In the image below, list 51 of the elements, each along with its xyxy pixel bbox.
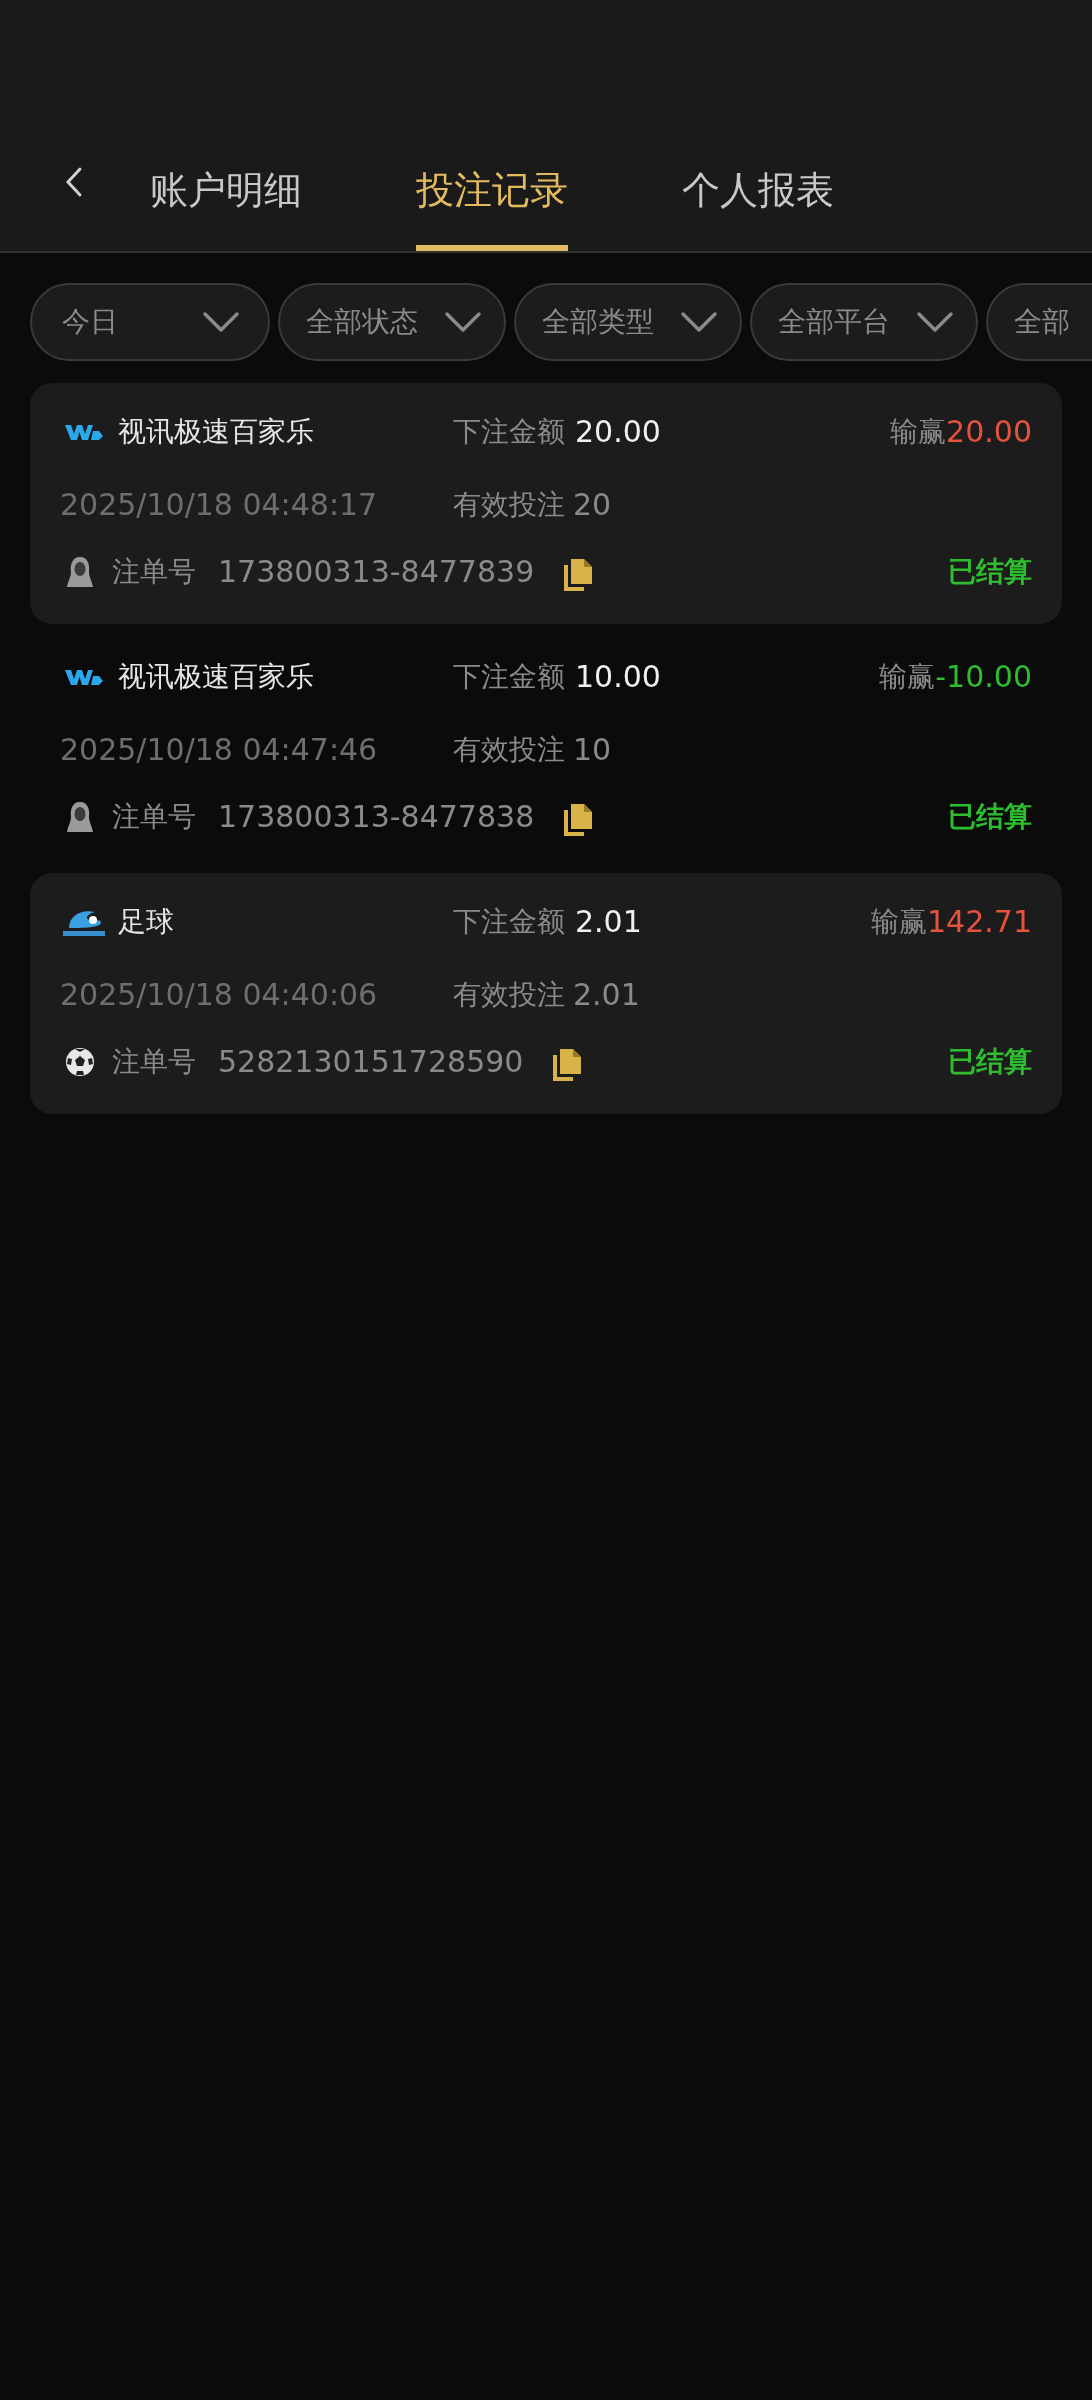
chevron-down-icon [202,311,240,333]
order-number-label: 注单号 [112,798,196,835]
filter-dropdown[interactable]: 全部 [986,283,1092,361]
valid-bet-amount: 2.01 [573,976,640,1014]
win-loss-label: 输赢 [890,413,947,450]
settlement-status: 已结算 [948,1043,1032,1080]
bet-amount: 20.00 [575,413,661,451]
bet-time: 2025/10/18 04:40:06 [60,976,379,1014]
tab[interactable]: 个人报表 [682,138,834,251]
valid-bet-label: 有效投注 [453,731,565,768]
order-number: 5282130151728590 [218,1043,524,1081]
filter-dropdown[interactable]: 全部平台 [750,283,978,361]
order-number-label: 注单号 [112,553,196,590]
bet-amount: 10.00 [575,658,661,696]
filter-dropdown[interactable]: 全部状态 [278,283,506,361]
copy-icon[interactable] [551,1046,584,1083]
valid-bet-amount: 10 [573,731,612,769]
tab[interactable]: 投注记录 [416,138,568,251]
filter-dropdown[interactable]: 全部类型 [514,283,742,361]
chevron-down-icon [680,311,718,333]
valid-bet-amount: 20 [573,486,612,524]
bet-amount-label: 下注金额 [453,903,565,940]
order-number: 173800313-8477838 [218,798,535,836]
valid-bet-label: 有效投注 [453,976,565,1013]
order-number-label: 注单号 [112,1043,196,1080]
soccer-ball-icon [64,1045,96,1078]
filter-dropdown[interactable]: 今日 [30,283,270,361]
settlement-status: 已结算 [948,553,1032,590]
chevron-down-icon [916,311,954,333]
win-loss-label: 输赢 [879,658,936,695]
win-loss-amount: 20.00 [946,413,1032,451]
order-number: 173800313-8477839 [218,553,535,591]
chevron-down-icon [444,311,482,333]
bet-amount: 2.01 [575,903,642,941]
settlement-status: 已结算 [948,798,1032,835]
dealer-avatar-icon [64,799,96,834]
copy-icon[interactable] [562,556,595,593]
bet-time: 2025/10/18 04:48:17 [60,486,379,524]
valid-bet-label: 有效投注 [453,486,565,523]
tab[interactable]: 账户明细 [150,138,302,251]
bet-time: 2025/10/18 04:47:46 [60,731,379,769]
game-name: 足球 [118,903,174,940]
dealer-avatar-icon [64,554,96,589]
copy-icon[interactable] [562,801,595,838]
win-loss-amount: 142.71 [927,903,1032,941]
bet-amount-label: 下注金额 [453,658,565,695]
game-name: 视讯极速百家乐 [118,413,314,450]
bet-amount-label: 下注金额 [453,413,565,450]
win-loss-label: 输赢 [871,903,927,940]
game-name: 视讯极速百家乐 [118,658,314,695]
win-loss-amount: -10.00 [935,658,1032,696]
